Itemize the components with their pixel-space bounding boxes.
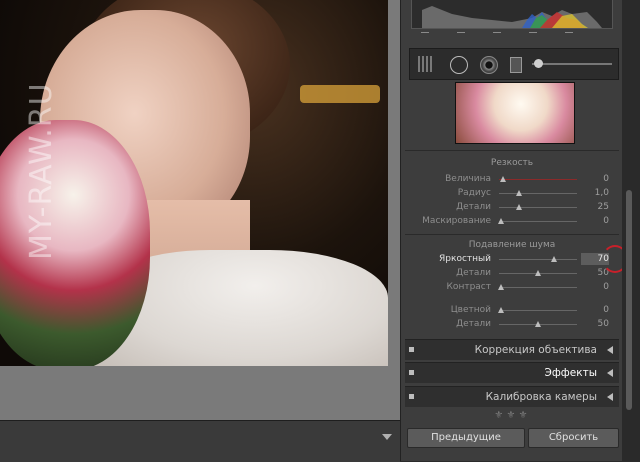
slider-row: Детали 50	[401, 318, 623, 332]
histogram	[411, 0, 613, 29]
section-toggle-icon[interactable]	[409, 347, 414, 352]
detail-preview[interactable]	[455, 82, 575, 144]
slider-label: Яркостный	[439, 254, 491, 264]
section-label: Калибровка камеры	[485, 391, 597, 403]
collapsed-section[interactable]: Эффекты	[405, 362, 619, 383]
collapsed-section[interactable]: Калибровка камеры	[405, 386, 619, 407]
watermark: MY-RAW.RU	[24, 82, 59, 260]
triangle-left-icon[interactable]	[607, 346, 613, 354]
slider-value[interactable]: 50	[581, 319, 609, 329]
sharpening-title: Резкость	[490, 158, 534, 168]
slider-value[interactable]: 25	[581, 202, 609, 212]
slider-knob[interactable]	[550, 256, 557, 262]
slider-track[interactable]	[497, 307, 577, 313]
slider-row: Цветной 0	[401, 304, 623, 318]
triangle-left-icon[interactable]	[607, 393, 613, 401]
slider-label: Радиус	[457, 188, 491, 198]
slider-knob[interactable]	[497, 307, 504, 313]
slider-track[interactable]	[499, 256, 577, 262]
slider-value[interactable]: 50	[581, 268, 609, 278]
slider-track[interactable]	[499, 176, 577, 182]
section-toggle-icon[interactable]	[409, 394, 414, 399]
image-canvas: MY-RAW.RU	[0, 0, 400, 462]
slider-row: Детали 50	[401, 267, 623, 281]
slider-value[interactable]: 0	[581, 282, 609, 292]
slider-knob[interactable]	[535, 270, 541, 276]
slider-knob[interactable]	[497, 284, 504, 290]
divider	[405, 234, 619, 235]
slider-track[interactable]	[499, 204, 577, 210]
slider-label: Маскирование	[422, 216, 491, 226]
histogram-markers	[421, 32, 601, 38]
panel-end-ornament: ⚜ ⚜ ⚜	[494, 410, 528, 421]
previous-button[interactable]: Предыдущие	[407, 428, 525, 448]
reset-button[interactable]: Сбросить	[528, 428, 619, 448]
slider-row: Контраст 0	[401, 281, 623, 295]
graduated-filter-icon[interactable]	[510, 57, 522, 73]
spot-removal-icon[interactable]	[450, 56, 468, 74]
red-eye-icon[interactable]	[480, 56, 498, 74]
slider-row: Детали 25	[401, 201, 623, 215]
slider-label: Величина	[445, 174, 491, 184]
brush-slider[interactable]	[532, 59, 612, 68]
collapsed-section[interactable]: Коррекция объектива	[405, 339, 619, 360]
filmstrip-bar	[0, 420, 400, 462]
slider-label: Контраст	[446, 282, 491, 292]
slider-track[interactable]	[497, 218, 577, 224]
slider-knob[interactable]	[515, 190, 522, 196]
photo-bouquet	[0, 120, 150, 366]
slider-knob[interactable]	[515, 204, 522, 210]
triangle-left-icon[interactable]	[607, 369, 613, 377]
tool-strip	[409, 48, 619, 80]
divider	[405, 150, 619, 151]
crop-grid-icon[interactable]	[418, 56, 434, 72]
bride-photo[interactable]: MY-RAW.RU	[0, 0, 388, 366]
bokeh-light	[300, 85, 380, 103]
slider-row: Маскирование 0	[401, 215, 623, 229]
slider-knob[interactable]	[497, 218, 504, 224]
slider-track[interactable]	[499, 321, 577, 327]
slider-row: Величина 0	[401, 173, 623, 187]
section-toggle-icon[interactable]	[409, 370, 414, 375]
slider-track[interactable]	[499, 190, 577, 196]
slider-knob[interactable]	[535, 321, 541, 327]
slider-label: Детали	[456, 202, 491, 212]
histogram-graph	[422, 6, 602, 28]
slider-label: Детали	[456, 319, 491, 329]
slider-label: Детали	[456, 268, 491, 278]
slider-value[interactable]: 0	[581, 305, 609, 315]
panel-scrollbar[interactable]	[622, 0, 640, 461]
slider-row: Радиус 1,0	[401, 187, 623, 201]
slider-value[interactable]: 1,0	[581, 188, 609, 198]
triangle-down-icon[interactable]	[382, 434, 392, 440]
slider-row: Яркостный 70	[401, 253, 623, 267]
noise-title: Подавление шума	[468, 240, 556, 250]
slider-value[interactable]: 0	[581, 216, 609, 226]
slider-label: Цветной	[450, 305, 491, 315]
slider-track[interactable]	[499, 270, 577, 276]
section-label: Коррекция объектива	[474, 344, 597, 356]
slider-knob[interactable]	[499, 176, 506, 182]
scrollbar-thumb[interactable]	[626, 190, 632, 410]
section-label: Эффекты	[544, 367, 598, 379]
develop-panel: Резкость Величина 0 Радиус 1,0 Детали 25 Маски…	[400, 0, 623, 461]
slider-value[interactable]: 0	[581, 174, 609, 184]
slider-track[interactable]	[497, 284, 577, 290]
